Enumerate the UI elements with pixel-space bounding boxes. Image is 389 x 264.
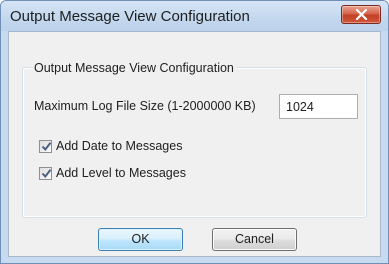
checkmark-icon xyxy=(41,169,52,179)
ok-button[interactable]: OK xyxy=(98,228,183,251)
checkmark-icon xyxy=(41,142,52,152)
log-size-input[interactable] xyxy=(279,94,358,119)
close-icon xyxy=(355,9,368,20)
add-date-checkbox[interactable] xyxy=(39,140,52,153)
cancel-button[interactable]: Cancel xyxy=(212,228,297,251)
dialog-body: Output Message View Configuration Maximu… xyxy=(8,31,381,257)
dialog-window: Output Message View Configuration Output… xyxy=(0,0,389,264)
window-title: Output Message View Configuration xyxy=(10,8,250,25)
title-bar[interactable]: Output Message View Configuration xyxy=(1,1,388,31)
add-level-label[interactable]: Add Level to Messages xyxy=(56,166,186,180)
add-level-checkbox[interactable] xyxy=(39,167,52,180)
group-box-title: Output Message View Configuration xyxy=(31,61,237,75)
close-button[interactable] xyxy=(341,5,381,24)
add-date-label[interactable]: Add Date to Messages xyxy=(56,139,182,153)
log-size-label: Maximum Log File Size (1-2000000 KB) xyxy=(34,99,256,113)
